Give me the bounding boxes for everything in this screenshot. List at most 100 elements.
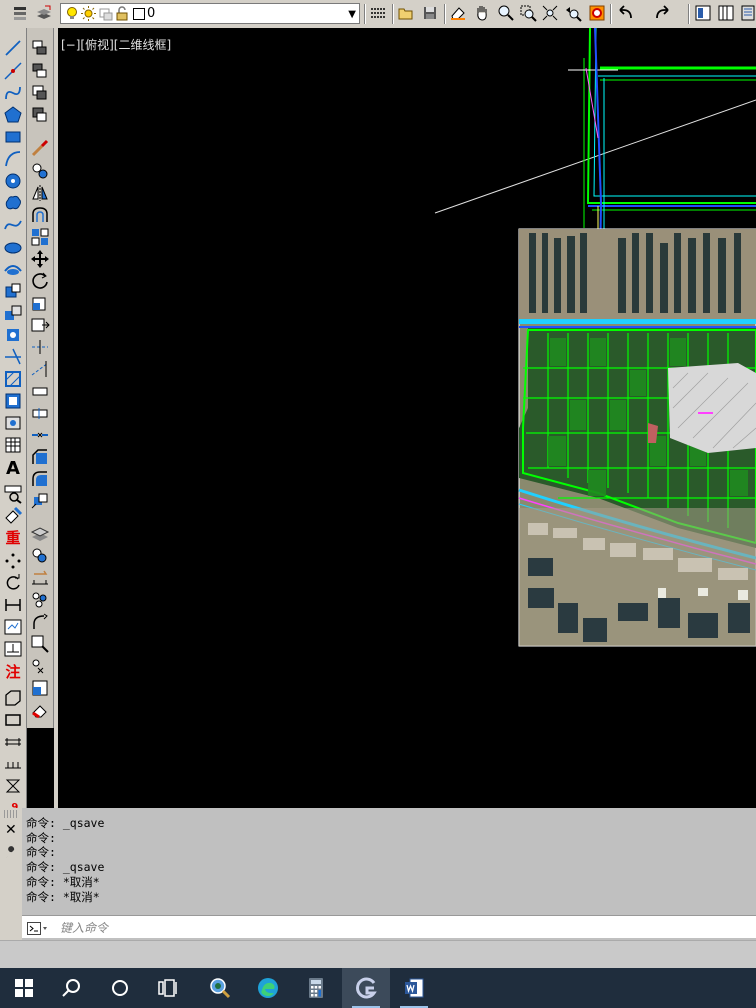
open-file-icon[interactable]: [396, 3, 416, 23]
chamfer-icon[interactable]: [30, 447, 50, 467]
bottom-lines-icon[interactable]: [3, 754, 23, 774]
red-label-zhu[interactable]: 注: [3, 662, 23, 682]
layer-state-icon[interactable]: [34, 3, 54, 23]
zoom-previous-icon[interactable]: [563, 3, 583, 23]
gstarcad-icon[interactable]: [342, 968, 390, 1008]
frame-icon[interactable]: [3, 710, 23, 730]
select-similar-icon[interactable]: [30, 656, 50, 676]
point-icon[interactable]: [3, 325, 23, 345]
coordinate-icon[interactable]: [3, 617, 23, 637]
quick-select-icon[interactable]: [30, 590, 50, 610]
edge-icon[interactable]: [244, 968, 292, 1008]
order-back-icon[interactable]: [30, 83, 50, 103]
xline-icon[interactable]: [3, 61, 23, 81]
layer-dropdown[interactable]: 0 ▼: [60, 3, 360, 24]
parallel-lines-icon[interactable]: [3, 732, 23, 752]
undo-icon[interactable]: [616, 3, 636, 23]
match-properties-icon[interactable]: [3, 506, 23, 526]
fillet-icon[interactable]: [30, 469, 50, 489]
close-icon[interactable]: ✕: [5, 822, 17, 838]
insert-block-icon[interactable]: [3, 281, 23, 301]
revcloud-icon[interactable]: [3, 193, 23, 213]
box-icon[interactable]: [3, 688, 23, 708]
order-above-icon[interactable]: [30, 105, 50, 125]
elevation-icon[interactable]: [3, 639, 23, 659]
properties-icon[interactable]: [587, 3, 607, 23]
eraser-icon[interactable]: [448, 3, 468, 23]
calculator-icon[interactable]: [292, 968, 340, 1008]
refresh-icon[interactable]: [3, 573, 23, 593]
copy-stack-icon[interactable]: [30, 38, 50, 58]
layer-tools-icon[interactable]: [30, 524, 50, 544]
polyline-icon[interactable]: [3, 83, 23, 103]
drawing-canvas[interactable]: [−][俯视][二维线框]: [58, 28, 756, 808]
start-icon[interactable]: [0, 968, 48, 1008]
hatch-icon[interactable]: [3, 369, 23, 389]
zoom-object-icon[interactable]: [30, 634, 50, 654]
trim-icon[interactable]: [30, 337, 50, 357]
layout-icon[interactable]: [693, 3, 713, 23]
cortana-icon[interactable]: [96, 968, 144, 1008]
find-icon[interactable]: [30, 546, 50, 566]
wrench-icon[interactable]: [4, 845, 18, 864]
zoom-extents-icon[interactable]: [540, 3, 560, 23]
explode-icon[interactable]: [30, 491, 50, 511]
measure-icon[interactable]: [30, 568, 50, 588]
redo-icon[interactable]: [652, 3, 672, 23]
move-icon[interactable]: [30, 249, 50, 269]
command-history: 命令: _qsave 命令: 命令: 命令: _qsave 命令: *取消* 命…: [26, 816, 104, 904]
polygon-icon[interactable]: [3, 105, 23, 125]
copy-object-icon[interactable]: [30, 161, 50, 181]
tower-icon[interactable]: [3, 776, 23, 796]
erase-red-icon[interactable]: [30, 700, 50, 720]
task-view-icon[interactable]: [144, 968, 192, 1008]
break-point-icon[interactable]: [30, 381, 50, 401]
rectangle-icon[interactable]: [3, 127, 23, 147]
layer-manager-icon[interactable]: [10, 3, 30, 23]
command-window-sidebar: ✕: [0, 808, 22, 940]
save-icon[interactable]: [420, 3, 440, 23]
lengthen-icon[interactable]: [30, 612, 50, 632]
region-icon[interactable]: [3, 391, 23, 411]
mirror-icon[interactable]: [30, 183, 50, 203]
block-edit-icon[interactable]: [30, 678, 50, 698]
red-label-zhong[interactable]: 重: [3, 528, 23, 548]
ellipse-arc-icon[interactable]: [3, 259, 23, 279]
rotate-icon[interactable]: [30, 271, 50, 291]
make-block-icon[interactable]: [3, 303, 23, 323]
text-tool-icon[interactable]: A: [3, 459, 23, 479]
order-front-icon[interactable]: [30, 61, 50, 81]
line-icon[interactable]: [3, 38, 23, 58]
arc-icon[interactable]: [3, 149, 23, 169]
wipeout-icon[interactable]: [3, 413, 23, 433]
chevron-down-icon[interactable]: ▼: [348, 9, 356, 20]
join-icon[interactable]: [30, 425, 50, 445]
spline-icon[interactable]: [3, 215, 23, 235]
linetype-icon[interactable]: [368, 3, 388, 23]
current-layer-name: 0: [147, 6, 156, 21]
erase-brush-icon[interactable]: [30, 138, 50, 158]
dimension-icon[interactable]: [3, 595, 23, 615]
word-icon[interactable]: [390, 968, 438, 1008]
zoom-realtime-icon[interactable]: [496, 3, 516, 23]
divide-icon[interactable]: [3, 551, 23, 571]
search-icon[interactable]: [48, 968, 96, 1008]
circle-icon[interactable]: [3, 171, 23, 191]
text-style-icon[interactable]: [3, 484, 23, 504]
command-prompt-icon[interactable]: [27, 920, 49, 939]
tool-palette-icon[interactable]: [738, 3, 756, 23]
break-icon[interactable]: [30, 403, 50, 423]
ellipse-icon[interactable]: [3, 237, 23, 257]
pan-hand-icon[interactable]: [472, 3, 492, 23]
search-app-icon[interactable]: [196, 968, 244, 1008]
array-icon[interactable]: [30, 227, 50, 247]
extend-icon[interactable]: [30, 359, 50, 379]
scale-icon[interactable]: [30, 293, 50, 313]
grip-icon[interactable]: [4, 810, 18, 818]
zoom-window-icon[interactable]: [518, 3, 538, 23]
offset-icon[interactable]: [30, 205, 50, 225]
stretch-icon[interactable]: [30, 315, 50, 335]
construction-line-icon[interactable]: [3, 347, 23, 367]
command-input[interactable]: 键入命令: [22, 915, 756, 938]
design-center-icon[interactable]: [716, 3, 736, 23]
